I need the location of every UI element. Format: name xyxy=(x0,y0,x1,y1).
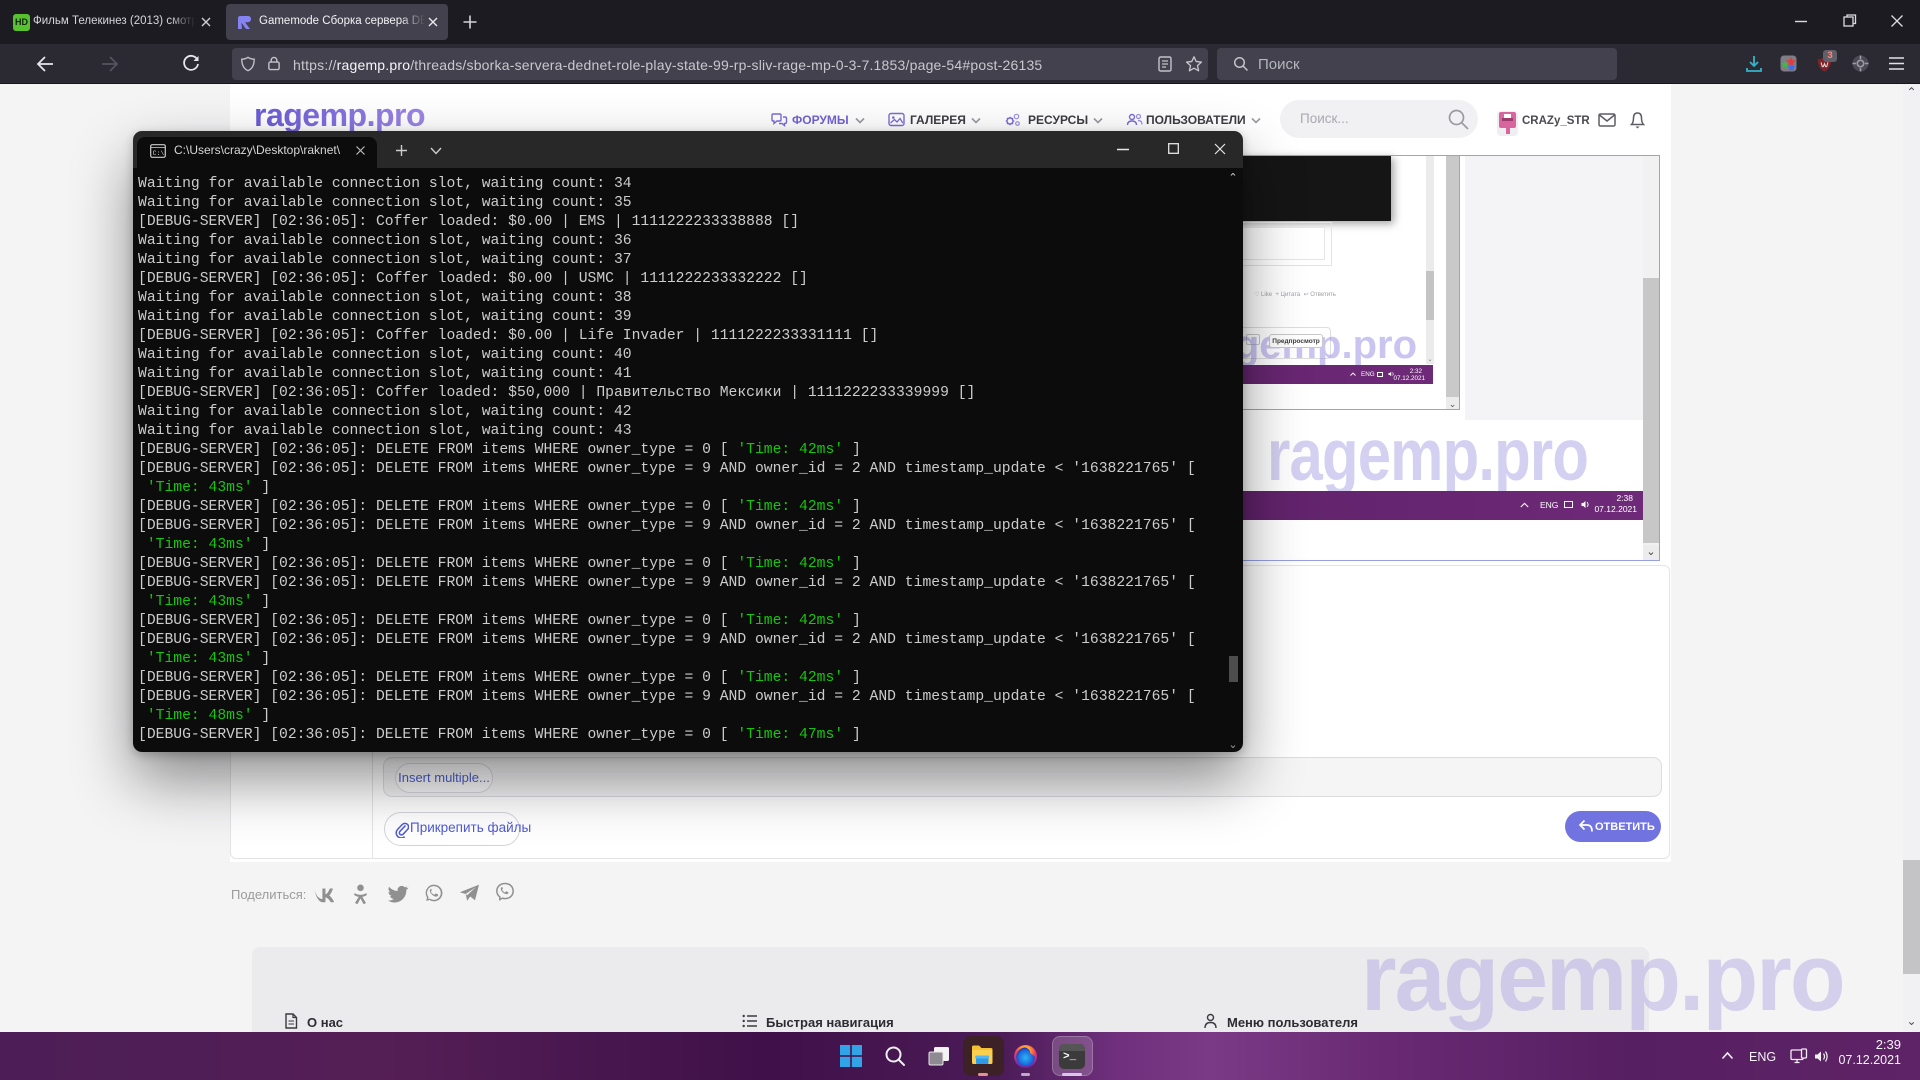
svg-text:C:\: C:\ xyxy=(153,150,165,157)
